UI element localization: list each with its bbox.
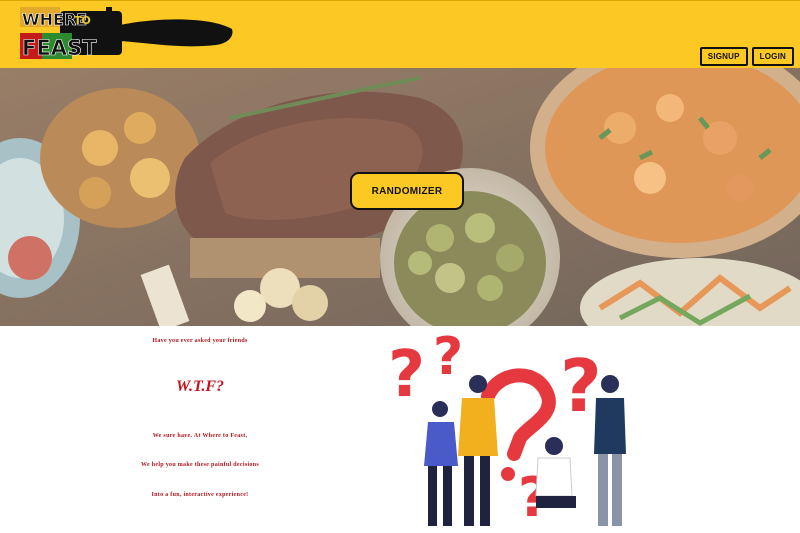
auth-buttons: SIGNUP LOGIN (699, 47, 794, 66)
logo-to-text: TO (74, 14, 91, 27)
hero-banner: RANDOMIZER (0, 68, 800, 326)
svg-text:?: ? (388, 338, 425, 412)
wtf-heading: W.T.F? (175, 378, 224, 395)
signup-button[interactable]: SIGNUP (699, 47, 748, 66)
where-to-feast-logo[interactable]: WHERE TO FEAST (20, 3, 236, 63)
login-button[interactable]: LOGIN (751, 47, 794, 66)
intro-line-1: Have you ever asked your friends (152, 338, 248, 344)
svg-text:?: ? (433, 327, 463, 387)
randomizer-button[interactable]: RANDOMIZER (350, 172, 464, 210)
question-marks-illustration: ? ? ? ? (388, 327, 626, 529)
intro-line-3: We help you make these painful decisions (140, 462, 259, 468)
site-header: WHERE TO FEAST SIGNUP LOGIN (0, 0, 800, 68)
intro-line-4: Into a fun, interactive experience! (151, 492, 249, 498)
logo-feast-text: FEAST (22, 36, 97, 60)
intro-line-2: We sure have. At Where to Feast, (152, 433, 248, 439)
